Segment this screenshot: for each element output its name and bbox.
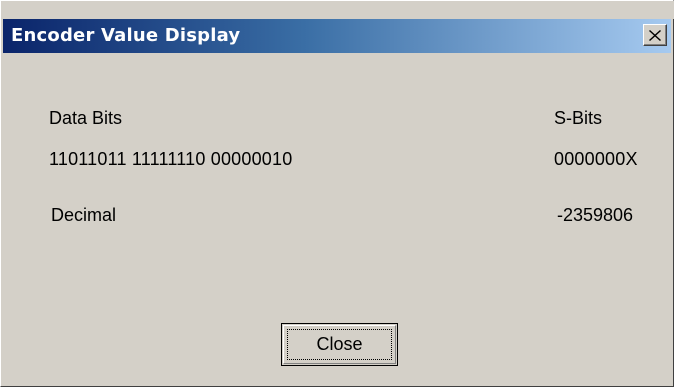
data-bits-value: 11011011 11111110 00000010 [49,149,293,169]
decimal-value: -2359806 [557,205,634,225]
close-icon [649,29,661,41]
data-bits-label: Data Bits [49,108,123,128]
close-button[interactable]: Close [281,323,398,366]
window-top-strip [1,1,674,19]
s-bits-value: 0000000X [554,149,638,169]
title-close-button[interactable] [643,24,667,46]
close-button-label: Close [316,334,363,354]
window-title: Encoder Value Display [11,25,241,46]
title-bar[interactable]: Encoder Value Display [3,19,671,53]
decimal-label: Decimal [51,205,117,225]
s-bits-label: S-Bits [554,108,603,128]
encoder-value-dialog: Encoder Value Display Data Bits S-Bits 1… [0,0,674,387]
